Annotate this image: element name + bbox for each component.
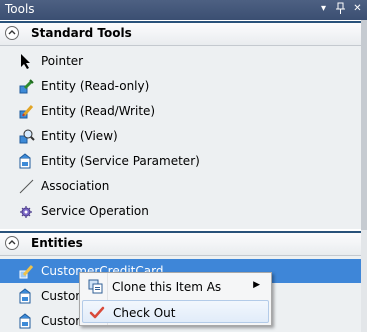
tool-label: Pointer [41, 54, 84, 68]
titlebar-buttons: ▾ ✕ [318, 2, 363, 16]
collapse-icon[interactable] [5, 236, 19, 250]
pointer-icon [18, 53, 35, 70]
menu-item-check-out[interactable]: Check Out [82, 300, 269, 323]
tool-label: Association [41, 179, 110, 193]
tool-entity-readonly[interactable]: Entity (Read-only) [0, 74, 361, 98]
tool-entity-view[interactable]: Entity (View) [0, 124, 361, 148]
submenu-arrow-icon: ▶ [253, 280, 260, 290]
service-operation-icon [18, 203, 35, 220]
menu-item-clone[interactable]: Clone this Item As ▶ [82, 275, 269, 298]
tool-label: Entity (Read/Write) [41, 104, 156, 118]
close-icon[interactable]: ✕ [352, 2, 363, 16]
standard-tools-label: Standard Tools [31, 26, 132, 40]
tool-label: Entity (Service Parameter) [41, 154, 200, 168]
entity-view-icon [18, 128, 35, 145]
scrollbar-thumb[interactable] [361, 20, 367, 230]
entity-readwrite-icon [18, 103, 35, 120]
entity-readwrite-icon [18, 263, 35, 280]
tool-label: Service Operation [41, 204, 149, 218]
entity-service-parameter-icon [18, 153, 35, 170]
association-icon [18, 178, 35, 195]
menu-item-label: Check Out [113, 306, 176, 320]
pin-icon[interactable] [335, 2, 346, 16]
tool-entity-readwrite[interactable]: Entity (Read/Write) [0, 99, 361, 123]
standard-tools-header[interactable]: Standard Tools [0, 21, 361, 46]
tool-entity-service-parameter[interactable]: Entity (Service Parameter) [0, 149, 361, 173]
collapse-icon[interactable] [5, 26, 19, 40]
tool-label: Entity (Read-only) [41, 79, 150, 93]
tool-window-title: Tools [5, 2, 35, 16]
checkmark-icon [89, 305, 105, 321]
tool-association[interactable]: Association [0, 174, 361, 198]
clone-icon [88, 279, 104, 295]
entity-service-parameter-icon [18, 313, 35, 330]
entity-readonly-icon [18, 78, 35, 95]
entities-label: Entities [31, 236, 83, 250]
tool-pointer[interactable]: Pointer [0, 49, 361, 73]
menu-item-label: Clone this Item As [112, 280, 222, 294]
tool-label: Entity (View) [41, 129, 118, 143]
context-menu: Clone this Item As ▶ Check Out [79, 272, 272, 326]
dropdown-icon[interactable]: ▾ [318, 2, 329, 16]
entity-service-parameter-icon [18, 288, 35, 305]
standard-tools-list: Pointer Entity (Read-only) Entity (Read/… [0, 46, 361, 229]
entities-header[interactable]: Entities [0, 231, 361, 256]
tool-service-operation[interactable]: Service Operation [0, 199, 361, 223]
tool-window-titlebar: Tools ▾ ✕ [0, 0, 367, 20]
